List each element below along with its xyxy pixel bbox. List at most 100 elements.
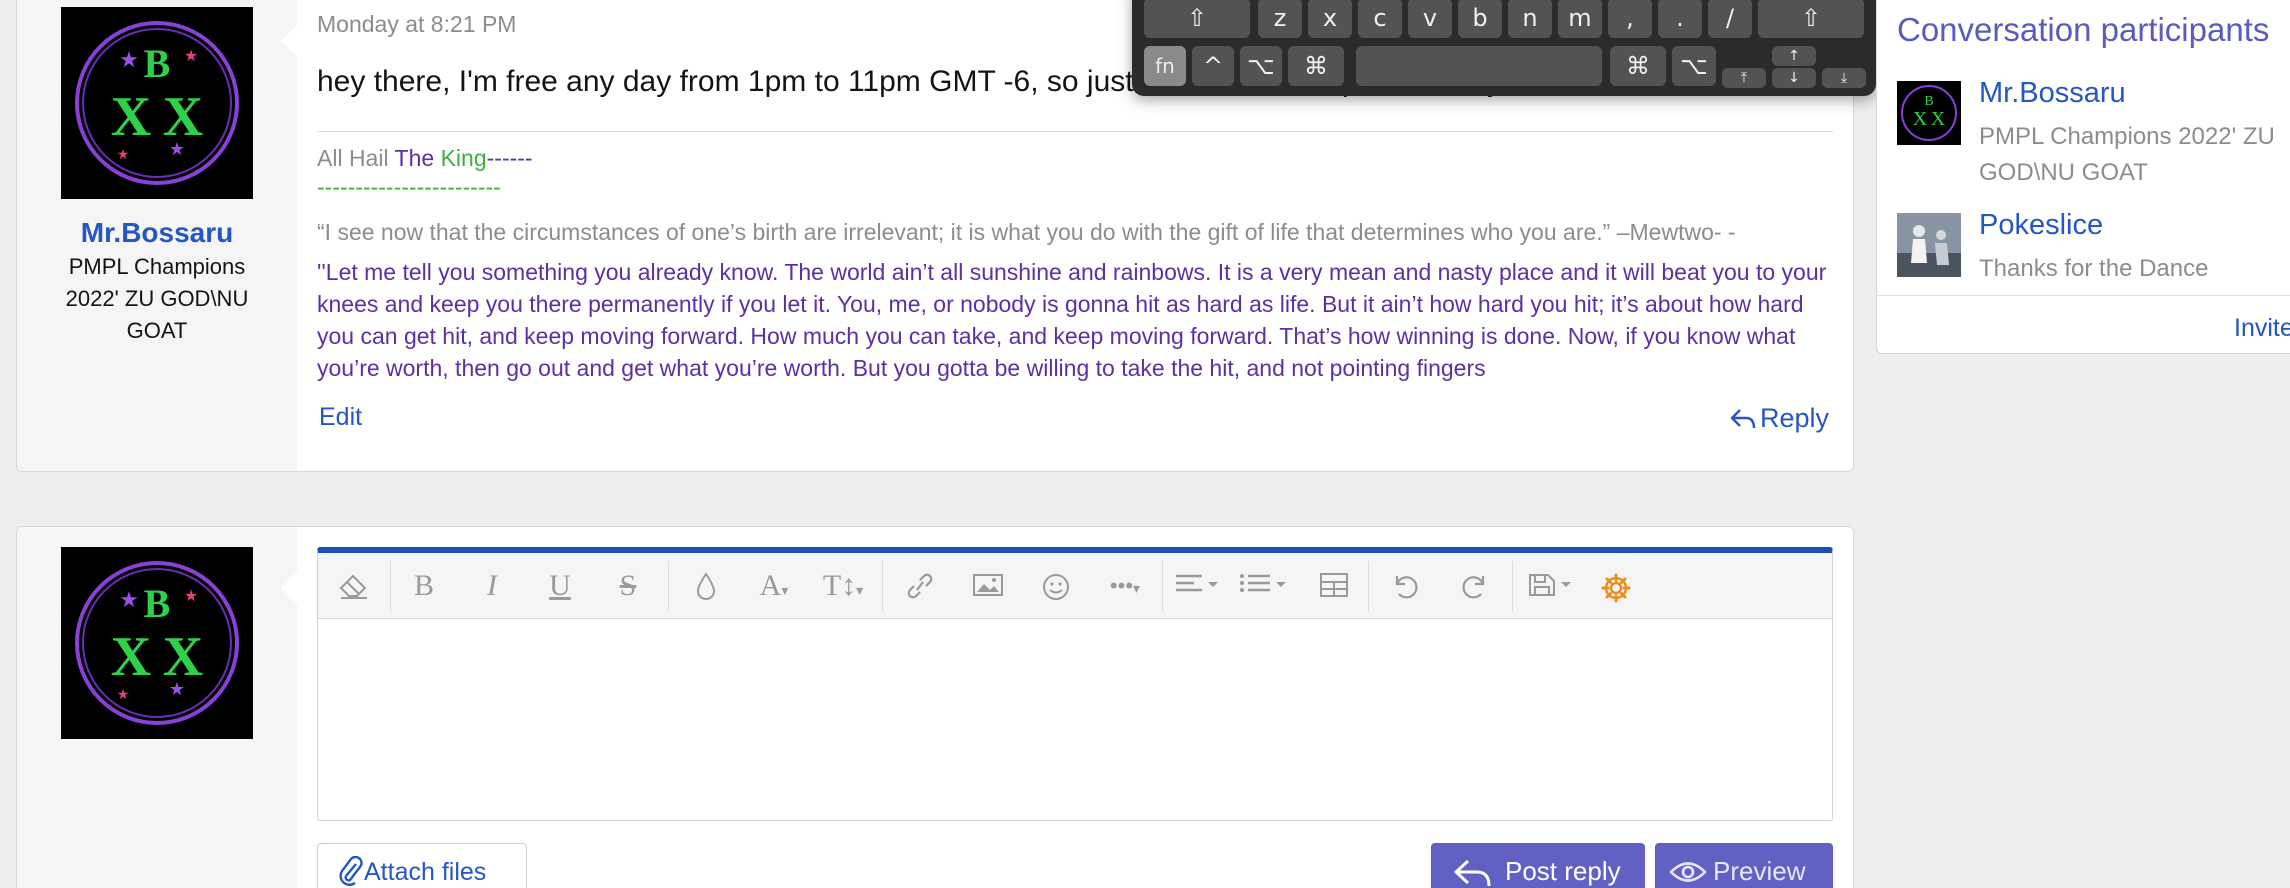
- participant-title: PMPL Champions 2022' ZU GOD\NU GOAT: [1979, 123, 2275, 186]
- editor-toolbar: B I U S A▾ T↕▾ •••▾: [318, 553, 1832, 619]
- editor-text-area[interactable]: [318, 619, 1832, 820]
- italic-icon[interactable]: I: [472, 566, 512, 606]
- message-user-title: PMPL Champions 2022' ZU GOD\NU GOAT: [65, 254, 249, 343]
- svg-text:X: X: [111, 86, 151, 148]
- settings-icon[interactable]: [1596, 566, 1636, 606]
- shift-key-right[interactable]: ⇧: [1758, 0, 1864, 38]
- page-down-key[interactable]: ⤓: [1822, 68, 1866, 88]
- svg-text:★: ★: [119, 47, 139, 72]
- strikethrough-icon[interactable]: S: [608, 566, 648, 606]
- rich-text-editor[interactable]: B I U S A▾ T↕▾ •••▾: [317, 547, 1833, 821]
- post-reply-button[interactable]: Post reply: [1431, 843, 1645, 888]
- key-v[interactable]: v: [1408, 0, 1452, 38]
- svg-text:★: ★: [119, 587, 139, 612]
- avatar[interactable]: B X X ★ ★ ★ ★: [61, 7, 253, 199]
- paperclip-icon: [339, 855, 363, 886]
- key-x[interactable]: x: [1308, 0, 1352, 38]
- svg-text:★: ★: [184, 588, 198, 605]
- toolbar-separator: [1368, 561, 1369, 611]
- link-icon[interactable]: [900, 566, 940, 606]
- option-key-left[interactable]: ⌥: [1240, 46, 1282, 86]
- key-b[interactable]: b: [1458, 0, 1502, 38]
- list-icon[interactable]: [1236, 566, 1292, 606]
- space-key[interactable]: [1356, 46, 1602, 86]
- svg-text:B: B: [144, 41, 171, 86]
- control-key[interactable]: ^: [1192, 46, 1234, 86]
- key-z[interactable]: z: [1258, 0, 1302, 38]
- command-key-left[interactable]: ⌘: [1288, 46, 1344, 86]
- composer-pointer: [281, 571, 298, 605]
- message-user-pane: B X X ★ ★ ★ ★ Mr.Bossaru PMPL Champions …: [17, 0, 297, 471]
- key-c[interactable]: c: [1358, 0, 1402, 38]
- table-icon[interactable]: [1314, 566, 1354, 606]
- keyboard-viewer: ⇧ z x c v b n m , . / ⇧ fn ^ ⌥ ⌘ ⌘ ⌥ ⤒ ↑…: [1132, 0, 1876, 96]
- svg-text:B: B: [144, 581, 171, 626]
- key-slash[interactable]: /: [1708, 0, 1752, 38]
- reply-composer: B X X ★ ★ ★ ★ B I U S A▾ T↕▾ •••▾ Attach…: [16, 526, 1854, 888]
- sidebar-title: Conversation participants: [1897, 11, 2270, 48]
- option-key-right[interactable]: ⌥: [1672, 46, 1716, 86]
- underline-icon[interactable]: U: [540, 566, 580, 606]
- text-color-icon[interactable]: [686, 566, 726, 606]
- invite-link[interactable]: Invite: [2234, 314, 2290, 343]
- reply-link[interactable]: Reply: [1730, 403, 1829, 434]
- composer-avatar: B X X ★ ★ ★ ★: [61, 547, 253, 739]
- redo-icon[interactable]: [1454, 566, 1494, 606]
- reply-icon: [1454, 859, 1491, 887]
- signature-quote: “I see now that the circumstances of one…: [317, 219, 1736, 245]
- participant-title: Thanks for the Dance: [1979, 255, 2209, 282]
- drafts-icon[interactable]: [1524, 566, 1582, 606]
- sidebar-footer: Invite: [1877, 295, 2290, 342]
- emoji-icon[interactable]: [1036, 566, 1076, 606]
- toolbar-separator: [1162, 561, 1163, 611]
- participant-avatar[interactable]: [1897, 213, 1961, 277]
- toolbar-separator: [390, 561, 391, 611]
- arrow-up-key[interactable]: ↑: [1772, 46, 1816, 66]
- svg-text:B: B: [1924, 94, 1933, 109]
- toolbar-separator: [668, 561, 669, 611]
- attach-files-label: Attach files: [364, 858, 487, 886]
- signature-long-quote: ''Let me tell you something you already …: [317, 259, 1827, 381]
- eye-icon: [1669, 862, 1707, 882]
- fn-key[interactable]: fn: [1144, 46, 1186, 86]
- signature: All Hail The King------ ----------------…: [317, 131, 1833, 381]
- participant-name[interactable]: Mr.Bossaru: [1979, 77, 2126, 110]
- font-size-icon[interactable]: T↕▾: [812, 566, 874, 606]
- eraser-icon[interactable]: [334, 566, 374, 606]
- post-reply-label: Post reply: [1505, 856, 1621, 886]
- svg-text:X: X: [111, 626, 151, 688]
- svg-text:X: X: [1913, 108, 1928, 130]
- message-date[interactable]: Monday at 8:21 PM: [317, 11, 516, 38]
- message-pointer: [281, 24, 298, 58]
- page-up-key[interactable]: ⤒: [1722, 68, 1766, 88]
- font-family-icon[interactable]: A▾: [746, 566, 802, 606]
- svg-text:★: ★: [184, 48, 198, 65]
- image-icon[interactable]: [968, 566, 1008, 606]
- conversation-participants-panel: Conversation participants B X X Mr.Bossa…: [1876, 0, 2290, 354]
- shift-key-left[interactable]: ⇧: [1144, 0, 1250, 38]
- participant-name[interactable]: Pokeslice: [1979, 209, 2103, 242]
- composer-user-pane: B X X ★ ★ ★ ★: [17, 527, 297, 888]
- participant-avatar[interactable]: B X X: [1897, 81, 1961, 145]
- command-key-right[interactable]: ⌘: [1610, 46, 1666, 86]
- signature-hail: All Hail The King------: [317, 145, 533, 171]
- svg-text:★: ★: [169, 679, 185, 699]
- toolbar-separator: [882, 561, 883, 611]
- reply-icon: [1730, 409, 1756, 429]
- svg-text:★: ★: [117, 686, 130, 702]
- edit-link[interactable]: Edit: [319, 403, 362, 432]
- more-icon[interactable]: •••▾: [1096, 566, 1154, 606]
- preview-button[interactable]: Preview: [1655, 843, 1833, 888]
- undo-icon[interactable]: [1386, 566, 1426, 606]
- key-m[interactable]: m: [1558, 0, 1602, 38]
- align-icon[interactable]: [1170, 566, 1226, 606]
- key-comma[interactable]: ,: [1608, 0, 1652, 38]
- key-period[interactable]: .: [1658, 0, 1702, 38]
- arrow-down-key[interactable]: ↓: [1772, 68, 1816, 88]
- reply-label: Reply: [1759, 403, 1829, 433]
- attach-files-button[interactable]: Attach files: [317, 843, 527, 888]
- bold-icon[interactable]: B: [404, 566, 444, 606]
- message-username[interactable]: Mr.Bossaru: [17, 217, 297, 249]
- key-n[interactable]: n: [1508, 0, 1552, 38]
- svg-text:★: ★: [169, 139, 185, 159]
